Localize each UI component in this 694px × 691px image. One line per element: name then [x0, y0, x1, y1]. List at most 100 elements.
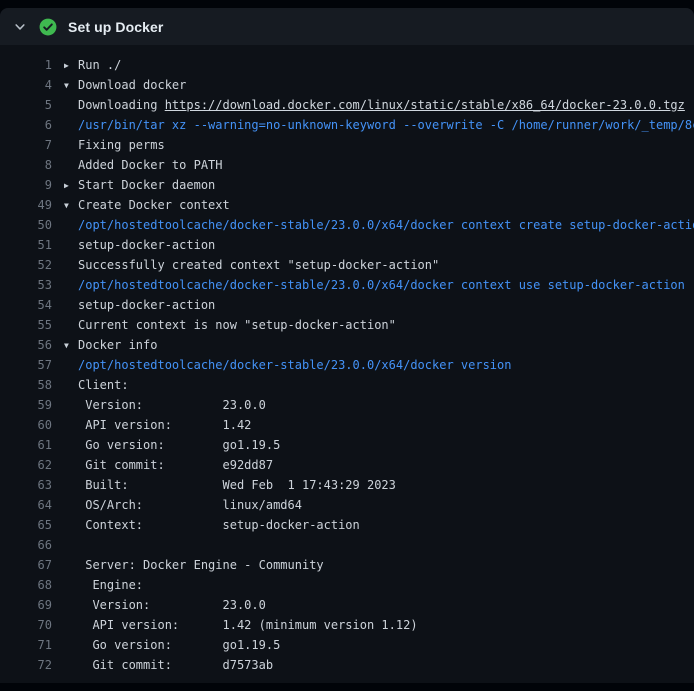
log-text: Fixing perms [78, 138, 165, 152]
log-group-row[interactable]: 56▼Docker info [0, 335, 694, 355]
log-text: Version: 23.0.0 [78, 598, 266, 612]
line-number[interactable]: 58 [0, 375, 52, 395]
log-line-content: API version: 1.42 [52, 415, 251, 435]
log-viewer: Set up Docker 1▶Run ./4▼Download docker5… [0, 8, 694, 683]
log-group-row[interactable]: 49▼Create Docker context [0, 195, 694, 215]
log-row: 8 Added Docker to PATH [0, 155, 694, 175]
log-row: 53/opt/hostedtoolcache/docker-stable/23.… [0, 275, 694, 295]
log-link[interactable]: https://download.docker.com/linux/static… [165, 98, 685, 112]
line-number[interactable]: 49 [0, 195, 52, 215]
log-line-content [52, 535, 78, 555]
log-line-content: Engine: [52, 575, 143, 595]
expand-arrow-icon[interactable]: ▶ [64, 176, 78, 195]
line-number[interactable]: 69 [0, 595, 52, 615]
line-number[interactable]: 51 [0, 235, 52, 255]
line-number[interactable]: 9 [0, 175, 52, 195]
line-number[interactable]: 61 [0, 435, 52, 455]
line-number[interactable]: 63 [0, 475, 52, 495]
log-group-row[interactable]: 1▶Run ./ [0, 55, 694, 75]
line-number[interactable]: 1 [0, 55, 52, 75]
log-text: Run ./ [78, 58, 121, 72]
line-number[interactable]: 72 [0, 655, 52, 675]
chevron-down-icon[interactable] [12, 19, 28, 35]
log-row: 69 Version: 23.0.0 [0, 595, 694, 615]
log-row: 72 Git commit: d7573ab [0, 655, 694, 675]
line-number[interactable]: 52 [0, 255, 52, 275]
log-row: 57/opt/hostedtoolcache/docker-stable/23.… [0, 355, 694, 375]
log-row: 5Downloading https://download.docker.com… [0, 95, 694, 115]
log-row: 6/usr/bin/tar xz --warning=no-unknown-ke… [0, 115, 694, 135]
line-number[interactable]: 56 [0, 335, 52, 355]
step-header[interactable]: Set up Docker [0, 8, 694, 45]
line-number[interactable]: 64 [0, 495, 52, 515]
log-line-content: setup-docker-action [52, 295, 215, 315]
log-line-content: API version: 1.42 (minimum version 1.12) [52, 615, 418, 635]
line-number[interactable]: 60 [0, 415, 52, 435]
expand-arrow-icon[interactable]: ▶ [64, 56, 78, 75]
line-number[interactable]: 62 [0, 455, 52, 475]
log-text: Version: 23.0.0 [78, 398, 266, 412]
log-line-content[interactable]: ▼Create Docker context [52, 195, 230, 215]
log-row: 64 OS/Arch: linux/amd64 [0, 495, 694, 515]
line-number[interactable]: 65 [0, 515, 52, 535]
collapse-arrow-icon[interactable]: ▼ [64, 76, 78, 95]
log-text: Engine: [78, 578, 143, 592]
log-row: 61 Go version: go1.19.5 [0, 435, 694, 455]
log-line-content: setup-docker-action [52, 235, 215, 255]
log-line-content: /opt/hostedtoolcache/docker-stable/23.0.… [52, 355, 511, 375]
log-text: Added Docker to PATH [78, 158, 223, 172]
line-number[interactable]: 8 [0, 155, 52, 175]
log-line-content: Successfully created context "setup-dock… [52, 255, 439, 275]
log-command-text: /usr/bin/tar xz --warning=no-unknown-key… [78, 118, 694, 132]
line-number[interactable]: 55 [0, 315, 52, 335]
log-lines: 1▶Run ./4▼Download docker5Downloading ht… [0, 55, 694, 675]
log-line-content[interactable]: ▼Download docker [52, 75, 186, 95]
line-number[interactable]: 5 [0, 95, 52, 115]
log-text: Git commit: e92dd87 [78, 458, 273, 472]
line-number[interactable]: 6 [0, 115, 52, 135]
line-number[interactable]: 57 [0, 355, 52, 375]
log-line-content: Client: [52, 375, 129, 395]
log-text: API version: 1.42 (minimum version 1.12) [78, 618, 418, 632]
line-number[interactable]: 4 [0, 75, 52, 95]
log-row: 62 Git commit: e92dd87 [0, 455, 694, 475]
line-number[interactable]: 71 [0, 635, 52, 655]
line-number[interactable]: 70 [0, 615, 52, 635]
log-group-row[interactable]: 9▶Start Docker daemon [0, 175, 694, 195]
line-number[interactable]: 67 [0, 555, 52, 575]
line-number[interactable]: 50 [0, 215, 52, 235]
log-command-text: /opt/hostedtoolcache/docker-stable/23.0.… [78, 218, 694, 232]
log-row: 7 Fixing perms [0, 135, 694, 155]
collapse-arrow-icon[interactable]: ▼ [64, 196, 78, 215]
log-line-content[interactable]: ▶Start Docker daemon [52, 175, 215, 195]
log-line-content[interactable]: ▶Run ./ [52, 55, 121, 75]
collapse-arrow-icon[interactable]: ▼ [64, 336, 78, 355]
log-text: Go version: go1.19.5 [78, 638, 280, 652]
log-command-text: /opt/hostedtoolcache/docker-stable/23.0.… [78, 278, 685, 292]
log-line-content: Server: Docker Engine - Community [52, 555, 324, 575]
log-row: 55Current context is now "setup-docker-a… [0, 315, 694, 335]
line-number[interactable]: 53 [0, 275, 52, 295]
log-line-content: Git commit: d7573ab [52, 655, 273, 675]
log-text: setup-docker-action [78, 238, 215, 252]
log-line-content: OS/Arch: linux/amd64 [52, 495, 302, 515]
log-line-content[interactable]: ▼Docker info [52, 335, 157, 355]
log-line-content: Fixing perms [52, 135, 165, 155]
log-row: 59 Version: 23.0.0 [0, 395, 694, 415]
line-number[interactable]: 7 [0, 135, 52, 155]
log-text: OS/Arch: linux/amd64 [78, 498, 302, 512]
log-row: 52Successfully created context "setup-do… [0, 255, 694, 275]
log-text: Go version: go1.19.5 [78, 438, 280, 452]
line-number[interactable]: 54 [0, 295, 52, 315]
log-row: 54setup-docker-action [0, 295, 694, 315]
log-line-content: Git commit: e92dd87 [52, 455, 273, 475]
log-line-content: /opt/hostedtoolcache/docker-stable/23.0.… [52, 275, 685, 295]
log-text: Git commit: d7573ab [78, 658, 273, 672]
log-line-content: Added Docker to PATH [52, 155, 223, 175]
line-number[interactable]: 68 [0, 575, 52, 595]
line-number[interactable]: 66 [0, 535, 52, 555]
log-line-content: /usr/bin/tar xz --warning=no-unknown-key… [52, 115, 694, 135]
log-group-row[interactable]: 4▼Download docker [0, 75, 694, 95]
line-number[interactable]: 59 [0, 395, 52, 415]
log-row: 68 Engine: [0, 575, 694, 595]
